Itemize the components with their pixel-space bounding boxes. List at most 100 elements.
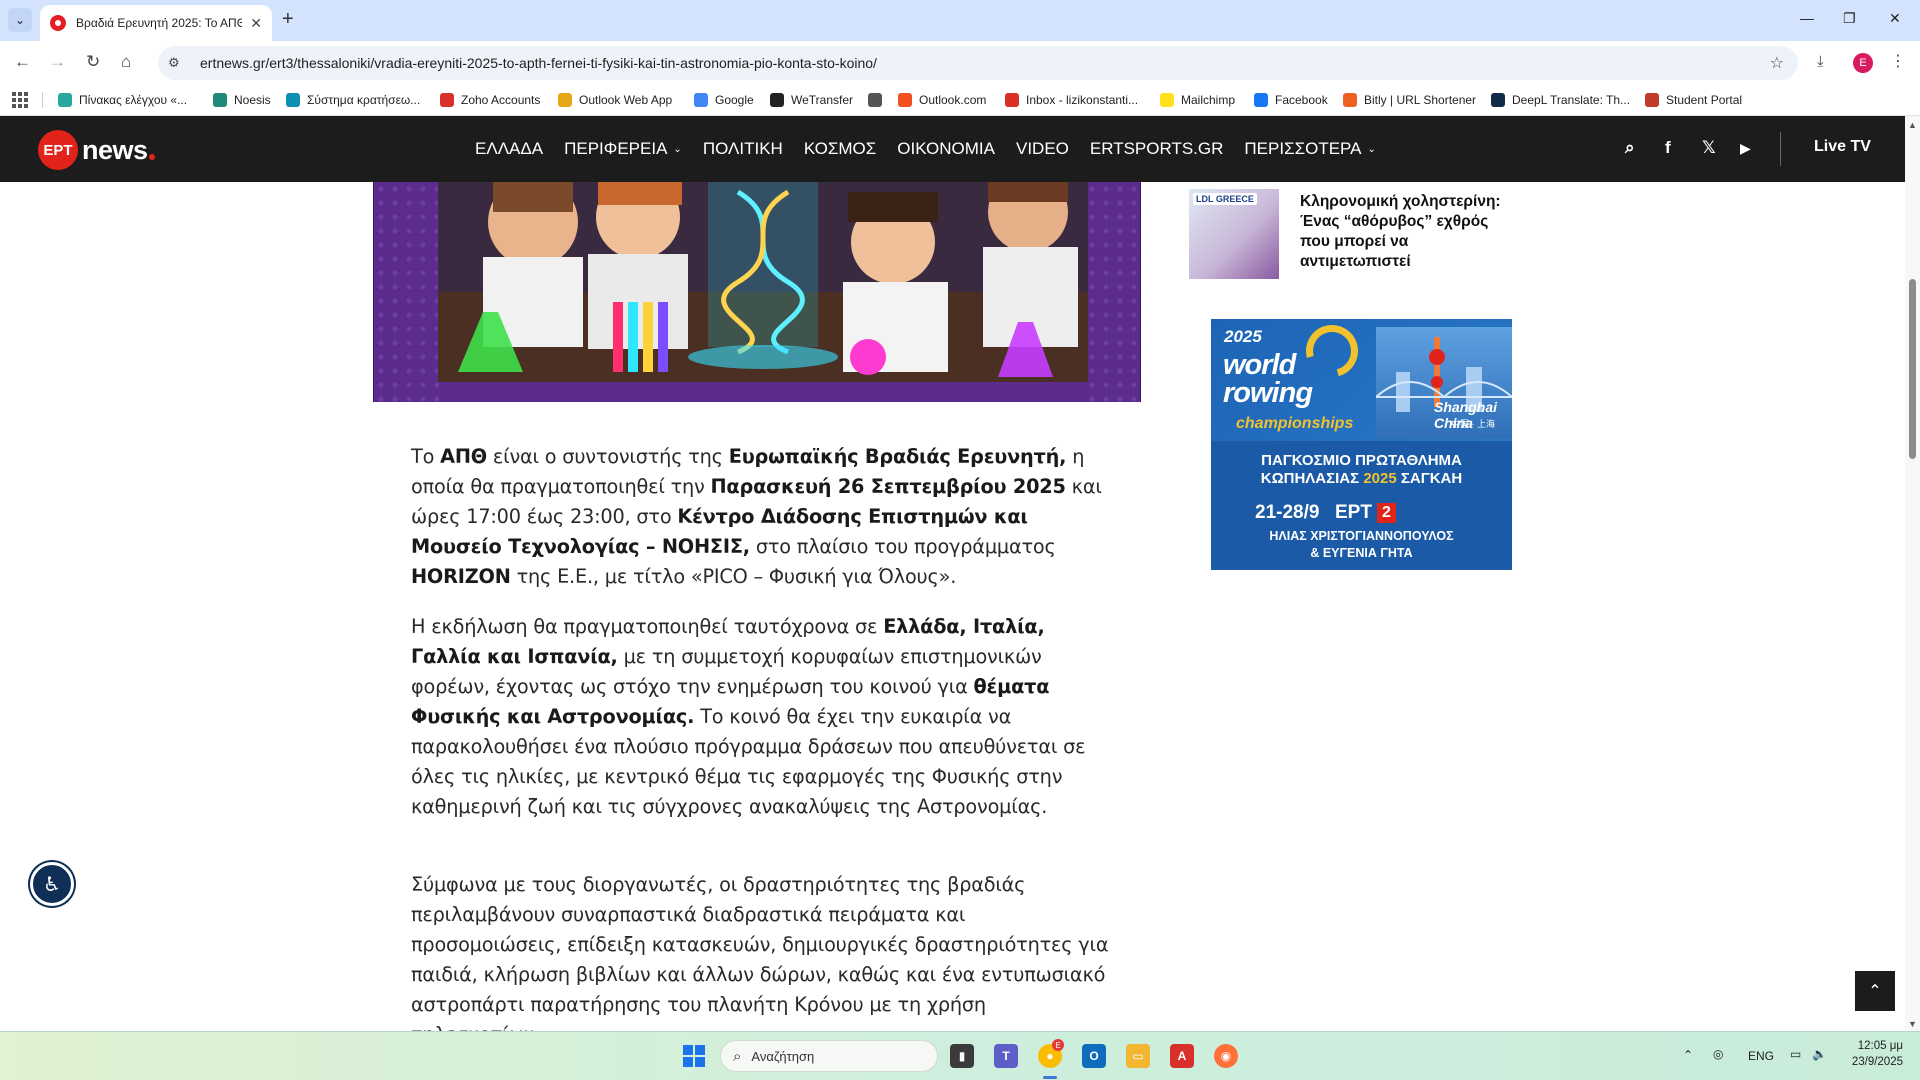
article-paragraph: Το ΑΠΘ είναι ο συντονιστής της Ευρωπαϊκή… xyxy=(411,442,1111,592)
bookmark-star-icon[interactable]: ☆ xyxy=(1770,53,1784,73)
ad-greek-line-2: ΚΩΠΗΛΑΣΙΑΣ 2025 ΣΑΓΚΑΗ xyxy=(1211,470,1512,487)
tray-app-icon[interactable]: ◎ xyxy=(1713,1047,1723,1061)
site-info-icon[interactable]: ⚙ xyxy=(168,55,186,71)
nav-item[interactable]: VIDEO xyxy=(1016,139,1069,159)
bookmark-item[interactable]: Σύστημα κρατήσεω... xyxy=(286,92,420,108)
scrollbar-thumb[interactable] xyxy=(1909,279,1916,459)
acrobat-icon[interactable]: A xyxy=(1170,1044,1194,1068)
bookmark-favicon-icon xyxy=(868,93,882,107)
bookmark-item[interactable]: Mailchimp xyxy=(1160,92,1235,108)
nav-item[interactable]: ΠΕΡΙΦΕΡΕΙΑ ⌄ xyxy=(564,139,682,159)
outlook-icon[interactable]: O xyxy=(1082,1044,1106,1068)
nav-item[interactable]: ΠΟΛΙΤΙΚΗ xyxy=(703,139,783,159)
reload-button[interactable]: ↻ xyxy=(86,52,100,72)
clock-time[interactable]: 12:05 μμ xyxy=(1855,1040,1903,1052)
taskbar-search-box[interactable]: ⌕ Αναζήτηση xyxy=(720,1040,938,1072)
ad-championships-text: championships xyxy=(1236,415,1354,432)
active-tab[interactable]: Βραδιά Ερευνητή 2025: Το ΑΠΘ ✕ xyxy=(40,5,272,41)
taskbar-search-placeholder: Αναζήτηση xyxy=(751,1048,815,1064)
new-tab-button[interactable]: + xyxy=(282,8,294,30)
language-indicator[interactable]: ENG xyxy=(1748,1049,1774,1063)
close-tab-icon[interactable]: ✕ xyxy=(250,15,262,32)
network-icon[interactable]: ▭ xyxy=(1790,1047,1801,1061)
chevron-down-icon: ⌄ xyxy=(1367,143,1376,155)
bookmark-item[interactable]: Facebook xyxy=(1254,92,1328,108)
bookmark-item[interactable]: Bitly | URL Shortener xyxy=(1343,92,1476,108)
chrome-profile-badge: E xyxy=(1052,1039,1064,1051)
nav-item-label: VIDEO xyxy=(1015,139,1069,158)
bookmark-label: Outlook Web App xyxy=(579,93,673,107)
browser-tab-bar: ⌄ Βραδιά Ερευνητή 2025: Το ΑΠΘ ✕ + — ❐ ✕ xyxy=(0,0,1920,41)
firefox-icon[interactable]: ◉ xyxy=(1214,1044,1238,1068)
sidebar-related-story[interactable]: LDL GREECE Κληρονομική χοληστερίνη: Ένας… xyxy=(1189,189,1519,279)
bookmark-item[interactable]: Zoho Accounts xyxy=(440,92,540,108)
bookmark-favicon-icon xyxy=(694,93,708,107)
search-icon[interactable]: ⌕ xyxy=(1625,138,1635,158)
bookmark-label: Inbox - lizikonstanti... xyxy=(1026,93,1139,107)
tab-search-button[interactable]: ⌄ xyxy=(8,8,32,32)
bookmark-item[interactable]: Πίνακας ελέγχου «... xyxy=(58,92,187,108)
youtube-icon[interactable]: ▶ xyxy=(1740,140,1751,157)
page-scrollbar[interactable]: ▲ ▼ xyxy=(1905,116,1920,1031)
tray-overflow-icon[interactable]: ⌃ xyxy=(1683,1048,1693,1062)
facebook-icon[interactable]: f xyxy=(1665,138,1671,158)
scroll-up-arrow-icon[interactable]: ▲ xyxy=(1908,120,1917,130)
volume-icon[interactable]: 🔈 xyxy=(1812,1047,1827,1061)
lab-scene-illustration xyxy=(438,182,1088,382)
bookmark-item[interactable]: Inbox - lizikonstanti... xyxy=(1005,92,1138,108)
article-paragraph: Η εκδήλωση θα πραγματοποιηθεί ταυτόχρονα… xyxy=(411,612,1111,822)
windows-start-button[interactable] xyxy=(683,1045,705,1067)
home-button[interactable]: ⌂ xyxy=(121,52,131,72)
profile-avatar[interactable]: E xyxy=(1853,53,1873,73)
bookmark-item[interactable]: Outlook.com xyxy=(898,92,986,108)
accessibility-button[interactable]: ♿ xyxy=(30,862,74,906)
nav-item[interactable]: ΚΟΣΜΟΣ xyxy=(804,139,876,159)
back-to-top-button[interactable]: ⌃ xyxy=(1855,971,1895,1011)
ad-year: 2025 xyxy=(1224,327,1262,346)
ert-news-logo[interactable]: ΕΡΤ news xyxy=(38,130,155,170)
teams-icon[interactable]: T xyxy=(994,1044,1018,1068)
clock-date[interactable]: 23/9/2025 xyxy=(1843,1056,1903,1068)
task-view-icon[interactable]: ▮ xyxy=(950,1044,974,1068)
bookmark-item[interactable]: Noesis xyxy=(213,92,271,108)
chevron-down-icon: ⌄ xyxy=(14,13,26,27)
world-rowing-ad-banner[interactable]: 2025 world rowing championships Shanghai… xyxy=(1211,319,1512,570)
live-tv-link[interactable]: Live TV xyxy=(1814,138,1871,156)
back-button[interactable]: ← xyxy=(14,52,31,72)
forward-button[interactable]: → xyxy=(49,52,66,72)
bookmark-label: Πίνακας ελέγχου «... xyxy=(79,93,188,107)
bookmark-label: Google xyxy=(715,93,754,107)
ad-greek-line-1: ΠΑΓΚΟΣΜΙΟ ΠΡΩΤΑΘΛΗΜΑ xyxy=(1261,452,1462,469)
bookmark-favicon-icon xyxy=(286,93,300,107)
bookmark-item[interactable]: Outlook Web App xyxy=(558,92,672,108)
bookmark-item[interactable]: Student Portal xyxy=(1645,92,1742,108)
bookmark-item[interactable]: DeepL Translate: Th... xyxy=(1491,92,1630,108)
minimize-button[interactable]: — xyxy=(1800,10,1814,26)
ad-channel: ΕΡΤ 2 xyxy=(1335,502,1396,524)
x-twitter-icon[interactable]: 𝕏 xyxy=(1702,138,1716,158)
story-thumbnail[interactable]: LDL GREECE xyxy=(1189,189,1279,279)
bookmark-item[interactable]: WeTransfer xyxy=(770,92,853,108)
nav-item-label: ERTSPORTS.GR xyxy=(1089,139,1224,158)
nav-item[interactable]: ΟΙΚΟΝΟΜΙΑ xyxy=(897,139,995,159)
restore-button[interactable]: ❐ xyxy=(1843,10,1856,27)
browser-toolbar: ← → ↻ ⌂ ⚙ ertnews.gr/ert3/thessaloniki/v… xyxy=(0,41,1920,84)
accessibility-icon: ♿ xyxy=(43,873,61,896)
bookmark-label: Mailchimp xyxy=(1181,93,1236,107)
address-bar[interactable]: ⚙ ertnews.gr/ert3/thessaloniki/vradia-er… xyxy=(158,46,1798,80)
close-window-button[interactable]: ✕ xyxy=(1889,10,1901,27)
bookmark-item[interactable]: Google xyxy=(694,92,754,108)
file-explorer-icon[interactable]: ▭ xyxy=(1126,1044,1150,1068)
story-title[interactable]: Κληρονομική χοληστερίνη: Ένας “αθόρυβος”… xyxy=(1300,192,1520,272)
nav-item[interactable]: ΠΕΡΙΣΣΟΤΕΡΑ ⌄ xyxy=(1244,139,1375,159)
apps-grid-icon[interactable] xyxy=(12,92,28,108)
browser-menu-icon[interactable]: ⋮ xyxy=(1890,51,1906,71)
nav-item[interactable]: ERTSPORTS.GR xyxy=(1090,139,1224,159)
nav-item-label: ΠΟΛΙΤΙΚΗ xyxy=(702,139,783,158)
ad-line2-year: 2025 xyxy=(1363,470,1397,487)
bookmark-favicon-icon xyxy=(440,93,454,107)
download-icon[interactable]: ⤓ xyxy=(1817,53,1824,70)
scroll-down-arrow-icon[interactable]: ▼ xyxy=(1908,1019,1917,1029)
bookmark-item[interactable] xyxy=(868,92,889,108)
nav-item[interactable]: ΕΛΛΑΔΑ xyxy=(475,139,543,159)
